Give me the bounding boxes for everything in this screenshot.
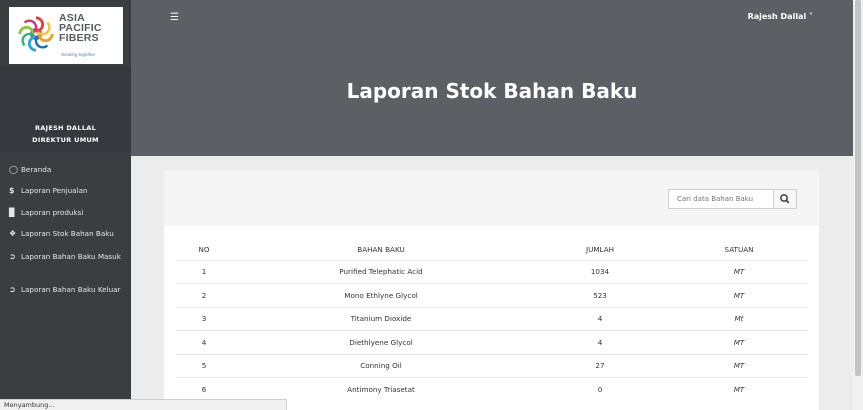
- table-row: 6 Antimony Triasetat 0 MT: [176, 377, 808, 401]
- sign-out-icon: ➲: [9, 285, 16, 294]
- page-scrollbar-thumb[interactable]: [855, 0, 861, 376]
- sidebar-item-beranda[interactable]: ◯ Beranda: [0, 164, 51, 175]
- table-row: 2 Mono Ethlyne Glycol 523 MT: [176, 283, 808, 307]
- cell-satuan: Mt: [670, 306, 808, 331]
- company-logo[interactable]: ASIA PACIFIC FIBERS Working together: [9, 7, 123, 64]
- cell-bahan-baku: Conning Oil: [232, 353, 530, 378]
- sidebar-item-label: Laporan Penjualan: [21, 186, 88, 195]
- page-title: Laporan Stok Bahan Baku: [346, 79, 638, 103]
- cell-no: 2: [176, 283, 232, 307]
- cell-satuan: MT: [670, 353, 808, 378]
- table-row: 1 Purified Telephatic Acid 1034 MT: [176, 259, 808, 284]
- logo-flower-icon: [18, 16, 54, 52]
- column-header-bahan-baku: BAHAN BAKU: [357, 245, 405, 255]
- browser-status-bar: Menyambung...: [0, 399, 287, 410]
- cell-satuan: MT: [670, 377, 808, 401]
- sidebar: ASIA PACIFIC FIBERS Working together RAJ…: [0, 0, 131, 410]
- cubes-icon: ❖: [9, 229, 17, 238]
- dashboard-icon: ◯: [9, 165, 18, 174]
- logo-tagline: Working together: [61, 52, 96, 57]
- user-menu-label: Rajesh Dallal: [747, 12, 807, 21]
- search-icon: [780, 194, 790, 204]
- cell-satuan: MT: [670, 259, 808, 284]
- stock-table: NO BAHAN BAKU JUMLAH SATUAN 1 Purified T…: [176, 240, 808, 401]
- sidebar-item-label: Laporan Stok Bahan Baku: [21, 229, 114, 238]
- cell-no: 1: [176, 259, 232, 284]
- cell-bahan-baku: Titanium Dioxide: [232, 306, 530, 331]
- cell-satuan: MT: [670, 283, 808, 307]
- dollar-icon: $: [9, 186, 15, 195]
- table-row: 5 Conning Oil 27 MT: [176, 353, 808, 378]
- sidebar-item-label: Laporan produksi: [21, 208, 84, 217]
- card-toolbar: [164, 170, 819, 226]
- cell-jumlah: 4: [530, 306, 670, 331]
- cell-satuan: MT: [670, 330, 808, 354]
- bar-chart-icon: ▉: [9, 208, 16, 217]
- chevron-down-icon: ˅: [809, 12, 813, 21]
- sidebar-item-label: Laporan Bahan Baku Keluar: [21, 285, 121, 294]
- column-header-satuan: SATUAN: [724, 245, 754, 255]
- user-menu-dropdown[interactable]: Rajesh Dallal ˅: [748, 12, 813, 21]
- sidebar-item-laporan-penjualan[interactable]: $ Laporan Penjualan: [0, 185, 88, 196]
- logo-wordmark: ASIA PACIFIC FIBERS: [59, 13, 102, 44]
- hamburger-menu-icon[interactable]: ☰: [170, 12, 179, 23]
- cell-jumlah: 4: [530, 330, 670, 354]
- page-header: ☰ Rajesh Dallal ˅ Laporan Stok Bahan Bak…: [131, 0, 853, 156]
- sidebar-item-label: Laporan Bahan Baku Masuk: [21, 252, 121, 261]
- sidebar-item-laporan-produksi[interactable]: ▉ Laporan produksi: [0, 207, 83, 218]
- column-header-no: NO: [198, 245, 210, 255]
- cell-jumlah: 0: [530, 377, 670, 401]
- sidebar-item-laporan-bahan-baku-masuk[interactable]: ➲ Laporan Bahan Baku Masuk: [0, 251, 121, 262]
- search-input[interactable]: [668, 189, 774, 209]
- cell-jumlah: 1034: [530, 259, 670, 284]
- logo-line-3: FIBERS: [59, 32, 99, 44]
- table-row: 3 Titanium Dioxide 4 Mt: [176, 306, 808, 331]
- sidebar-user-name: RAJESH DALLAL: [34, 124, 97, 132]
- sign-in-icon: ➲: [9, 252, 16, 261]
- sidebar-item-label: Beranda: [21, 165, 52, 174]
- sidebar-user-role: DIREKTUR UMUM: [32, 136, 99, 144]
- cell-bahan-baku: Purified Telephatic Acid: [232, 259, 530, 284]
- cell-no: 6: [176, 377, 232, 401]
- cell-bahan-baku: Diethlyene Glycol: [232, 330, 530, 354]
- cell-jumlah: 523: [530, 283, 670, 307]
- table-header-row: NO BAHAN BAKU JUMLAH SATUAN: [176, 240, 808, 260]
- cell-bahan-baku: Mono Ethlyne Glycol: [232, 283, 530, 307]
- search-button[interactable]: [773, 189, 797, 209]
- cell-no: 3: [176, 306, 232, 331]
- table-row: 4 Diethlyene Glycol 4 MT: [176, 330, 808, 354]
- sidebar-item-laporan-stok-bahan-baku[interactable]: ❖ Laporan Stok Bahan Baku: [0, 228, 114, 239]
- stock-report-card: NO BAHAN BAKU JUMLAH SATUAN 1 Purified T…: [164, 170, 819, 410]
- cell-bahan-baku: Antimony Triasetat: [232, 377, 530, 401]
- column-header-jumlah: JUMLAH: [585, 245, 615, 255]
- sidebar-item-laporan-bahan-baku-keluar[interactable]: ➲ Laporan Bahan Baku Keluar: [0, 284, 121, 295]
- cell-jumlah: 27: [530, 353, 670, 378]
- cell-no: 5: [176, 353, 232, 378]
- cell-no: 4: [176, 330, 232, 354]
